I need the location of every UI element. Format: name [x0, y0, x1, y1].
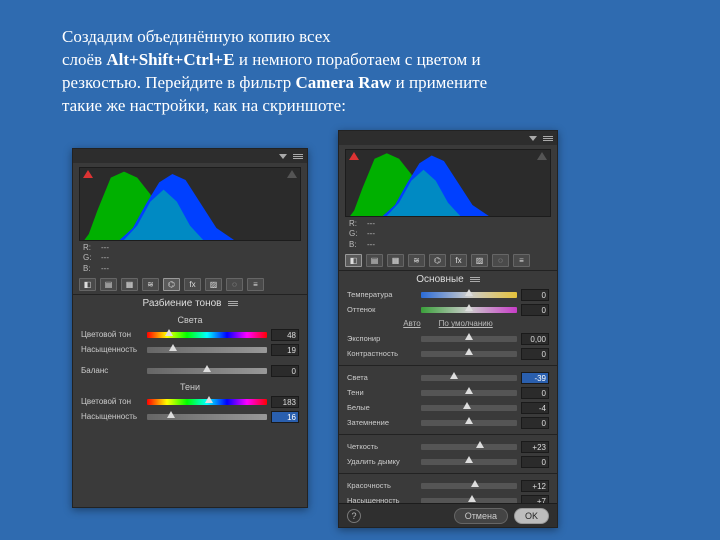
whites-slider[interactable]: Белые -4: [339, 400, 557, 415]
tab-curve-icon[interactable]: ▤: [366, 254, 383, 267]
auto-default-row: Авто По умолчанию: [339, 317, 557, 331]
highlights-slider[interactable]: Света -39: [339, 370, 557, 385]
histogram: [345, 149, 551, 217]
hue-highlights-slider[interactable]: Цветовой тон 48: [73, 327, 307, 342]
panel-titlebar: [73, 149, 307, 163]
tab-strip: ◧ ▤ ▦ ≋ ⌬ fx ▨ ◌ ≡: [339, 254, 557, 271]
group-shadows-label: Тени: [73, 378, 307, 394]
instruction-text: Создадим объединённую копию всех слоёв A…: [62, 26, 662, 118]
panel-dropdown-icon[interactable]: [279, 154, 287, 159]
group-highlights-label: Света: [73, 311, 307, 327]
hue-highlights-value[interactable]: 48: [271, 329, 299, 341]
split-toning-panel: R:--- G:--- B:--- ◧ ▤ ▦ ≋ ⌬ fx ▨ ◌ ≡ Раз…: [72, 148, 308, 508]
panel-dropdown-icon[interactable]: [529, 136, 537, 141]
tint-slider[interactable]: Оттенок 0: [339, 302, 557, 317]
balance-value[interactable]: 0: [271, 365, 299, 377]
dehaze-slider[interactable]: Удалить дымку 0: [339, 454, 557, 469]
rgb-readout: R:--- G:--- B:---: [349, 219, 547, 250]
balance-slider[interactable]: Баланс 0: [73, 363, 307, 378]
ok-button[interactable]: OK: [514, 508, 549, 524]
clarity-slider[interactable]: Четкость +23: [339, 439, 557, 454]
tab-detail-icon[interactable]: ▦: [121, 278, 138, 291]
contrast-slider[interactable]: Контрастность 0: [339, 346, 557, 361]
tab-presets-icon[interactable]: ≡: [513, 254, 530, 267]
tab-hsl-icon[interactable]: ≋: [142, 278, 159, 291]
tab-detail-icon[interactable]: ▦: [387, 254, 404, 267]
tab-lens-icon[interactable]: ▨: [471, 254, 488, 267]
tab-basic-icon[interactable]: ◧: [79, 278, 96, 291]
section-title: Основные: [339, 271, 557, 287]
saturation-shadows-value[interactable]: 16: [271, 411, 299, 423]
tab-basic-icon[interactable]: ◧: [345, 254, 362, 267]
panel-menu-icon[interactable]: [293, 154, 303, 159]
cancel-button[interactable]: Отмена: [454, 508, 508, 524]
tab-fx-icon[interactable]: fx: [450, 254, 467, 267]
saturation-highlights-slider[interactable]: Насыщенность 19: [73, 342, 307, 357]
basic-panel: R:--- G:--- B:--- ◧ ▤ ▦ ≋ ⌬ fx ▨ ◌ ≡ Осн…: [338, 130, 558, 528]
blacks-slider[interactable]: Затемнение 0: [339, 415, 557, 430]
section-menu-icon[interactable]: [470, 277, 480, 282]
histogram: [79, 167, 301, 241]
tab-calibration-icon[interactable]: ◌: [226, 278, 243, 291]
temperature-slider[interactable]: Температура 0: [339, 287, 557, 302]
tab-curve-icon[interactable]: ▤: [100, 278, 117, 291]
dialog-footer: ? Отмена OK: [339, 503, 557, 527]
tab-split-toning-icon[interactable]: ⌬: [429, 254, 446, 267]
saturation-shadows-slider[interactable]: Насыщенность 16: [73, 409, 307, 424]
rgb-readout: R:--- G:--- B:---: [83, 243, 297, 274]
histogram-plot: [80, 168, 300, 240]
saturation-highlights-value[interactable]: 19: [271, 344, 299, 356]
histogram-plot: [346, 150, 550, 216]
tab-hsl-icon[interactable]: ≋: [408, 254, 425, 267]
tab-fx-icon[interactable]: fx: [184, 278, 201, 291]
tab-split-toning-icon[interactable]: ⌬: [163, 278, 180, 291]
section-menu-icon[interactable]: [228, 301, 238, 306]
exposure-slider[interactable]: Экспонир 0,00: [339, 331, 557, 346]
tab-lens-icon[interactable]: ▨: [205, 278, 222, 291]
section-title: Разбиение тонов: [73, 295, 307, 311]
tab-calibration-icon[interactable]: ◌: [492, 254, 509, 267]
vibrance-slider[interactable]: Красочность +12: [339, 478, 557, 493]
tab-strip: ◧ ▤ ▦ ≋ ⌬ fx ▨ ◌ ≡: [73, 278, 307, 295]
panel-menu-icon[interactable]: [543, 136, 553, 141]
default-link[interactable]: По умолчанию: [439, 319, 493, 328]
tab-presets-icon[interactable]: ≡: [247, 278, 264, 291]
panel-titlebar: [339, 131, 557, 145]
hue-shadows-value[interactable]: 183: [271, 396, 299, 408]
help-icon[interactable]: ?: [347, 509, 361, 523]
hue-shadows-slider[interactable]: Цветовой тон 183: [73, 394, 307, 409]
shadows-slider[interactable]: Тени 0: [339, 385, 557, 400]
auto-link[interactable]: Авто: [403, 319, 420, 328]
